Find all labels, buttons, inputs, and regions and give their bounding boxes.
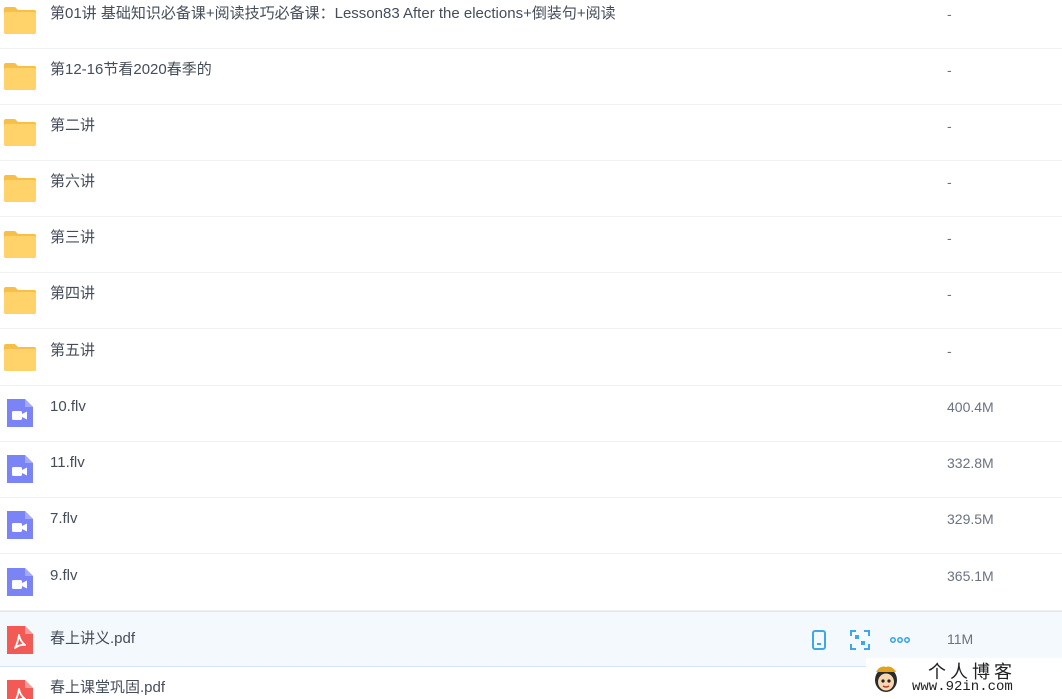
file-list: 第01讲 基础知识必备课+阅读技巧必备课：Lesson83 After the … (0, 0, 1062, 699)
video-icon (3, 452, 37, 486)
file-name[interactable]: 第12-16节看2020春季的 (50, 49, 212, 105)
file-name[interactable]: 7.flv (50, 498, 78, 554)
scan-qr-icon[interactable] (849, 629, 871, 651)
file-name[interactable]: 10.flv (50, 386, 86, 442)
folder-icon (3, 340, 37, 374)
folder-icon (3, 171, 37, 205)
folder-icon (3, 283, 37, 317)
file-row[interactable]: 第二讲 - (0, 105, 1062, 161)
file-name[interactable]: 春上课堂巩固.pdf (50, 667, 165, 699)
file-size: - (947, 62, 952, 78)
file-name[interactable]: 第四讲 (50, 273, 95, 329)
file-row[interactable]: 7.flv 329.5M (0, 498, 1062, 554)
file-size: - (947, 118, 952, 134)
video-icon (3, 508, 37, 542)
phone-icon[interactable] (808, 629, 830, 651)
file-row[interactable]: 11.flv 332.8M (0, 442, 1062, 498)
file-row[interactable]: 第六讲 - (0, 161, 1062, 217)
file-size: - (947, 230, 952, 246)
folder-icon (3, 59, 37, 93)
file-row[interactable]: 第01讲 基础知识必备课+阅读技巧必备课：Lesson83 After the … (0, 0, 1062, 49)
pdf-icon (3, 677, 37, 699)
file-size: 400.4M (947, 399, 994, 415)
file-name[interactable]: 第二讲 (50, 105, 95, 161)
file-size: 332.8M (947, 455, 994, 471)
file-size: 329.5M (947, 511, 994, 527)
watermark: 个人博客 www.92in.com (866, 658, 1062, 699)
file-name[interactable]: 第01讲 基础知识必备课+阅读技巧必备课：Lesson83 After the … (50, 0, 616, 49)
file-size: - (947, 6, 952, 22)
folder-icon (3, 115, 37, 149)
file-size: 365.1M (947, 568, 994, 584)
file-row[interactable]: 第12-16节看2020春季的 - (0, 49, 1062, 105)
file-name[interactable]: 第六讲 (50, 161, 95, 217)
folder-icon (3, 3, 37, 37)
folder-icon (3, 227, 37, 261)
pdf-icon (3, 623, 37, 657)
cartoon-avatar-icon (872, 663, 900, 693)
file-row[interactable]: 第三讲 - (0, 217, 1062, 273)
file-size: - (947, 343, 952, 359)
file-row[interactable]: 第四讲 - (0, 273, 1062, 329)
watermark-url: www.92in.com (912, 679, 1013, 695)
file-row[interactable]: 10.flv 400.4M (0, 386, 1062, 442)
video-icon (3, 565, 37, 599)
file-name[interactable]: 第五讲 (50, 330, 95, 386)
file-row[interactable]: 第五讲 - (0, 330, 1062, 386)
file-row[interactable]: 9.flv 365.1M (0, 555, 1062, 611)
file-name[interactable]: 9.flv (50, 555, 78, 611)
video-icon (3, 396, 37, 430)
file-name[interactable]: 11.flv (50, 442, 85, 498)
more-icon[interactable] (889, 629, 911, 651)
file-name[interactable]: 春上讲义.pdf (50, 612, 135, 668)
file-name[interactable]: 第三讲 (50, 217, 95, 273)
file-size: - (947, 174, 952, 190)
file-size: - (947, 286, 952, 302)
